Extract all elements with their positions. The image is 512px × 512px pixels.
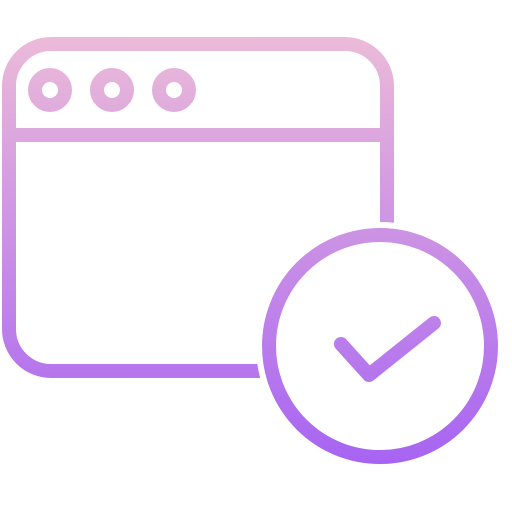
browser-window-check-icon (2, 37, 498, 464)
icon-canvas (0, 0, 512, 512)
window-control-dot-icon (90, 68, 134, 112)
window-control-dot-icon (152, 68, 196, 112)
window-control-dot-icon (28, 68, 72, 112)
